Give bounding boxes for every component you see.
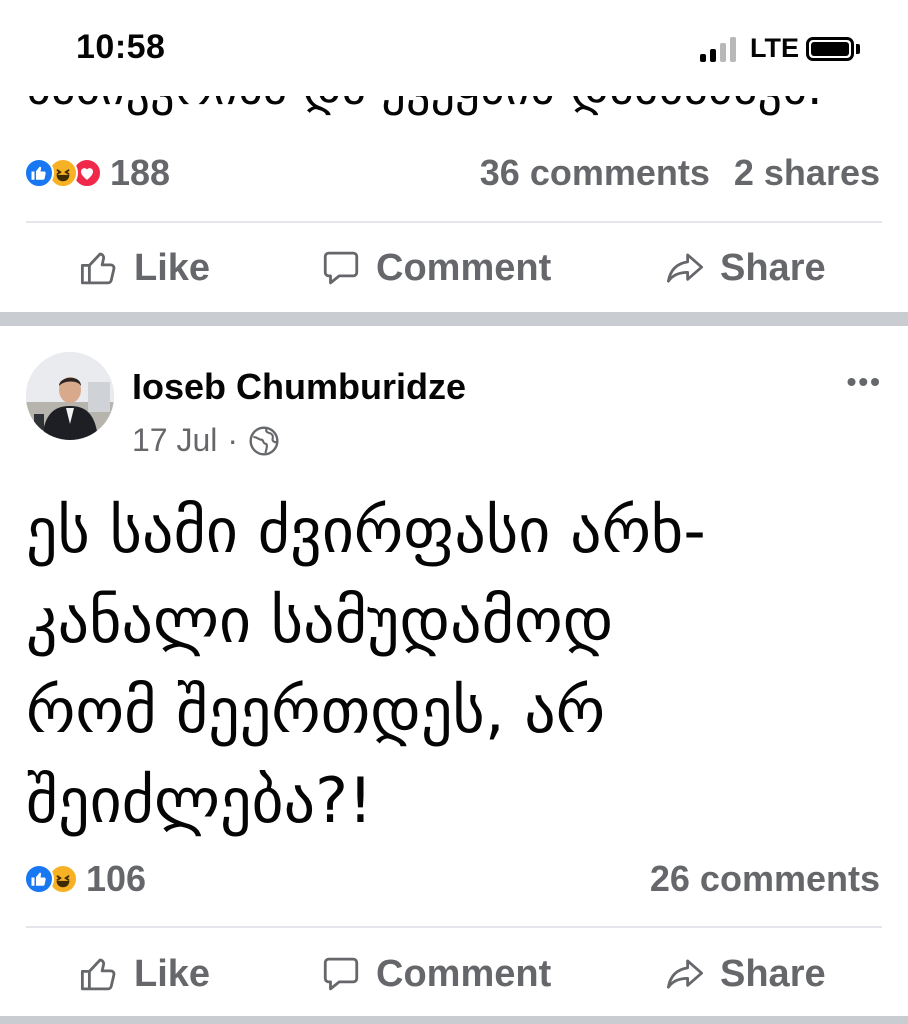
share-arrow-icon: [666, 959, 704, 989]
reaction-summary[interactable]: 106: [24, 858, 146, 900]
like-label: Like: [134, 246, 211, 289]
post-text-line: კანალი სამუდამოდ: [26, 584, 614, 657]
share-label: Share: [720, 952, 826, 995]
post-header: Ioseb Chumburidze 17 Jul · •••: [26, 352, 882, 458]
network-type: LTE: [750, 33, 799, 63]
comment-bubble-icon: [323, 957, 359, 991]
post-separator: [0, 312, 908, 326]
post-text: ეს სამი ძვირფასი არხ- კანალი სამუდამოდ რ…: [26, 486, 886, 846]
more-options-icon[interactable]: •••: [847, 366, 882, 398]
comment-button[interactable]: Comment: [320, 944, 551, 1004]
like-button[interactable]: Like: [78, 944, 210, 1004]
author-name[interactable]: Ioseb Chumburidze: [132, 366, 466, 408]
like-button[interactable]: Like: [78, 238, 210, 298]
comments-count-link[interactable]: 36 comments: [480, 152, 710, 194]
thumbs-up-icon: [80, 958, 116, 991]
status-bar: 10:58 LTE: [0, 0, 908, 96]
comment-button[interactable]: Comment: [320, 238, 551, 298]
thumbs-up-icon: [80, 252, 116, 285]
battery-icon: [806, 37, 854, 61]
post-separator: [0, 1016, 908, 1024]
battery-tip: [856, 44, 860, 54]
status-time: 10:58: [76, 28, 166, 66]
avatar[interactable]: [26, 352, 114, 440]
like-icon: [24, 864, 54, 894]
post-counts: 106 26 comments: [24, 854, 880, 904]
shares-count-link[interactable]: 2 shares: [734, 152, 880, 194]
meta-separator: ·: [227, 422, 239, 458]
divider: [26, 926, 882, 928]
previous-post-truncated-text: ნაბიჭვრისა და ქვეყნის დამბაძავს.: [26, 96, 906, 118]
post-text-line: შეიძლება?!: [26, 764, 373, 837]
reaction-summary[interactable]: 188: [24, 152, 170, 194]
signal-strength-icon: [700, 36, 736, 62]
previous-post-actions: Like Comment Share: [0, 238, 908, 298]
share-button[interactable]: Share: [664, 944, 826, 1004]
reaction-count: 188: [110, 152, 171, 193]
like-label: Like: [134, 952, 211, 995]
share-arrow-icon: [666, 253, 704, 283]
share-button[interactable]: Share: [664, 238, 826, 298]
like-icon: [24, 158, 54, 188]
post-date[interactable]: 17 Jul: [132, 422, 217, 459]
post-text-line: ეს სამი ძვირფასი არხ-: [26, 494, 706, 567]
comment-bubble-icon: [323, 251, 359, 285]
comment-label: Comment: [376, 246, 552, 289]
share-label: Share: [720, 246, 826, 289]
reaction-count: 106: [86, 858, 147, 899]
post-meta: 17 Jul ·: [132, 422, 280, 459]
globe-icon[interactable]: [248, 425, 280, 457]
comment-label: Comment: [376, 952, 552, 995]
comments-count-link[interactable]: 26 comments: [650, 858, 880, 900]
post-actions: Like Comment Share: [0, 944, 908, 1004]
previous-post-counts: 188 36 comments 2 shares: [24, 148, 880, 198]
post-text-line: რომ შეერთდეს, არ: [26, 674, 606, 747]
divider: [26, 221, 882, 223]
